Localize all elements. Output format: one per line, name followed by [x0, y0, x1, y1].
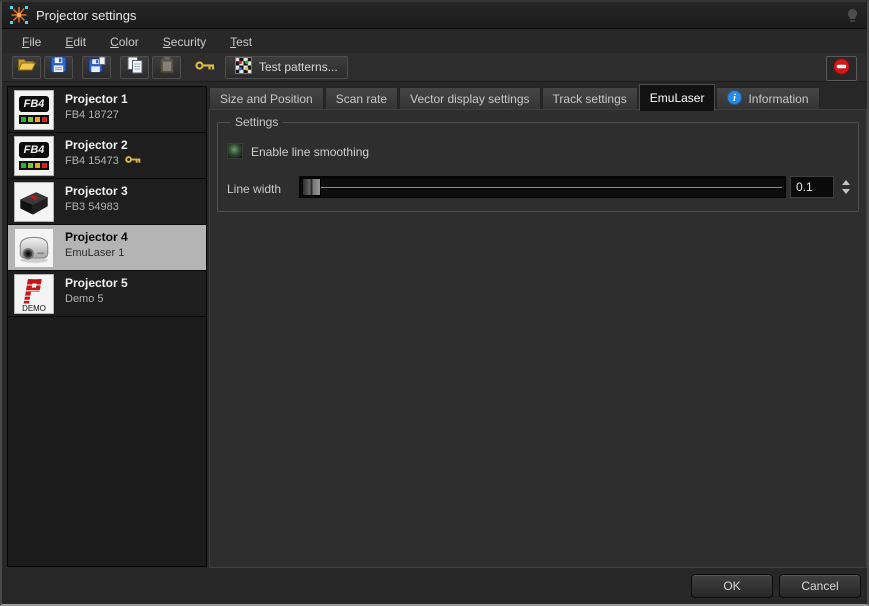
paste-button[interactable] — [152, 56, 181, 79]
menu-item-edit[interactable]: Edit — [57, 32, 94, 52]
line-smoothing-label: Enable line smoothing — [251, 145, 369, 159]
tab-emulaser-active[interactable]: EmuLaser — [639, 84, 716, 111]
line-width-spinner — [838, 176, 854, 198]
projector-device: EmuLaser 1 — [65, 247, 124, 259]
projector-device: FB4 18727 — [65, 109, 119, 121]
dim-bulb-icon — [846, 8, 859, 23]
spin-down-button[interactable] — [838, 188, 854, 195]
projector-name: Projector 2 — [65, 138, 128, 152]
copy-icon — [127, 56, 143, 79]
projector-list-item-3[interactable]: Projector 3 FB3 54983 — [8, 179, 206, 225]
save-button[interactable] — [44, 56, 73, 79]
test-patterns-grid-icon — [235, 57, 252, 77]
projector-list: FB4 Projector 1 FB4 18727 FB4 Projector … — [7, 86, 207, 567]
line-width-label: Line width — [227, 182, 281, 196]
emulaser-projector-icon — [14, 228, 54, 268]
locked-key-icon — [125, 155, 141, 167]
fb3-device-icon — [14, 182, 54, 222]
open-button[interactable] — [12, 56, 41, 79]
save-as-icon — [88, 56, 106, 78]
info-icon: i — [727, 90, 742, 108]
copy-button[interactable] — [120, 56, 149, 79]
fb4-device-icon: FB4 — [14, 90, 54, 130]
key-icon — [195, 58, 215, 76]
demo-logo-icon: DEMO — [14, 274, 54, 314]
settings-groupbox: Settings Enable line smoothing Line widt… — [217, 122, 859, 212]
menu-item-security[interactable]: Security — [155, 32, 214, 52]
save-icon — [50, 56, 67, 78]
output-blocked-icon — [833, 58, 850, 80]
tab-information[interactable]: i Information — [716, 87, 819, 110]
chevron-up-icon — [842, 180, 850, 185]
line-smoothing-checkbox[interactable] — [227, 143, 243, 159]
projector-device: FB3 54983 — [65, 201, 119, 213]
projector-list-item-4-selected[interactable]: Projector 4 EmuLaser 1 — [8, 225, 206, 271]
titlebar[interactable]: Projector settings — [2, 2, 867, 29]
tab-size-and-position[interactable]: Size and Position — [209, 87, 324, 110]
projector-name: Projector 3 — [65, 184, 128, 198]
tab-scan-rate[interactable]: Scan rate — [325, 87, 398, 110]
projector-list-item-2[interactable]: FB4 Projector 2 FB4 15473 — [8, 133, 206, 179]
test-patterns-button[interactable]: Test patterns... — [225, 56, 348, 79]
save-as-button[interactable] — [82, 56, 111, 79]
line-width-slider-thumb[interactable] — [302, 178, 321, 196]
menu-item-file[interactable]: File — [14, 32, 49, 52]
projector-device: Demo 5 — [65, 293, 104, 305]
line-width-slider[interactable] — [299, 176, 786, 198]
groupbox-title: Settings — [230, 115, 283, 129]
open-folder-icon — [17, 57, 36, 77]
projector-name: Projector 5 — [65, 276, 128, 290]
menu-item-test[interactable]: Test — [222, 32, 260, 52]
projector-name: Projector 4 — [65, 230, 128, 244]
chevron-down-icon — [842, 189, 850, 194]
settings-tabstrip: Size and Position Scan rate Vector displ… — [209, 84, 821, 110]
projector-list-item-5[interactable]: DEMO Projector 5 Demo 5 — [8, 271, 206, 317]
projector-list-item-1[interactable]: FB4 Projector 1 FB4 18727 — [8, 87, 206, 133]
tab-track-settings[interactable]: Track settings — [542, 87, 638, 110]
security-key-button[interactable] — [190, 56, 219, 79]
cancel-button[interactable]: Cancel — [779, 574, 861, 598]
ok-button[interactable]: OK — [691, 574, 773, 598]
fb4-device-icon: FB4 — [14, 136, 54, 176]
projector-settings-window: Projector settings File Edit Color Secur… — [0, 0, 869, 606]
laser-burst-icon — [10, 6, 28, 24]
toolbar: Test patterns... — [2, 53, 867, 82]
tab-vector-display-settings[interactable]: Vector display settings — [399, 87, 540, 110]
line-width-value-input[interactable]: 0.1 — [790, 176, 834, 198]
window-title: Projector settings — [36, 8, 136, 23]
projector-name: Projector 1 — [65, 92, 128, 106]
emulaser-tab-panel: Settings Enable line smoothing Line widt… — [209, 109, 867, 568]
paste-icon — [159, 56, 175, 79]
svg-text:DEMO: DEMO — [22, 304, 46, 313]
projector-device: FB4 15473 — [65, 155, 119, 167]
menu-item-color[interactable]: Color — [102, 32, 147, 52]
svg-text:i: i — [734, 93, 737, 104]
test-patterns-label: Test patterns... — [259, 60, 338, 74]
menubar: File Edit Color Security Test — [2, 30, 867, 53]
output-blocked-button[interactable] — [826, 56, 857, 81]
spin-up-button[interactable] — [838, 179, 854, 186]
